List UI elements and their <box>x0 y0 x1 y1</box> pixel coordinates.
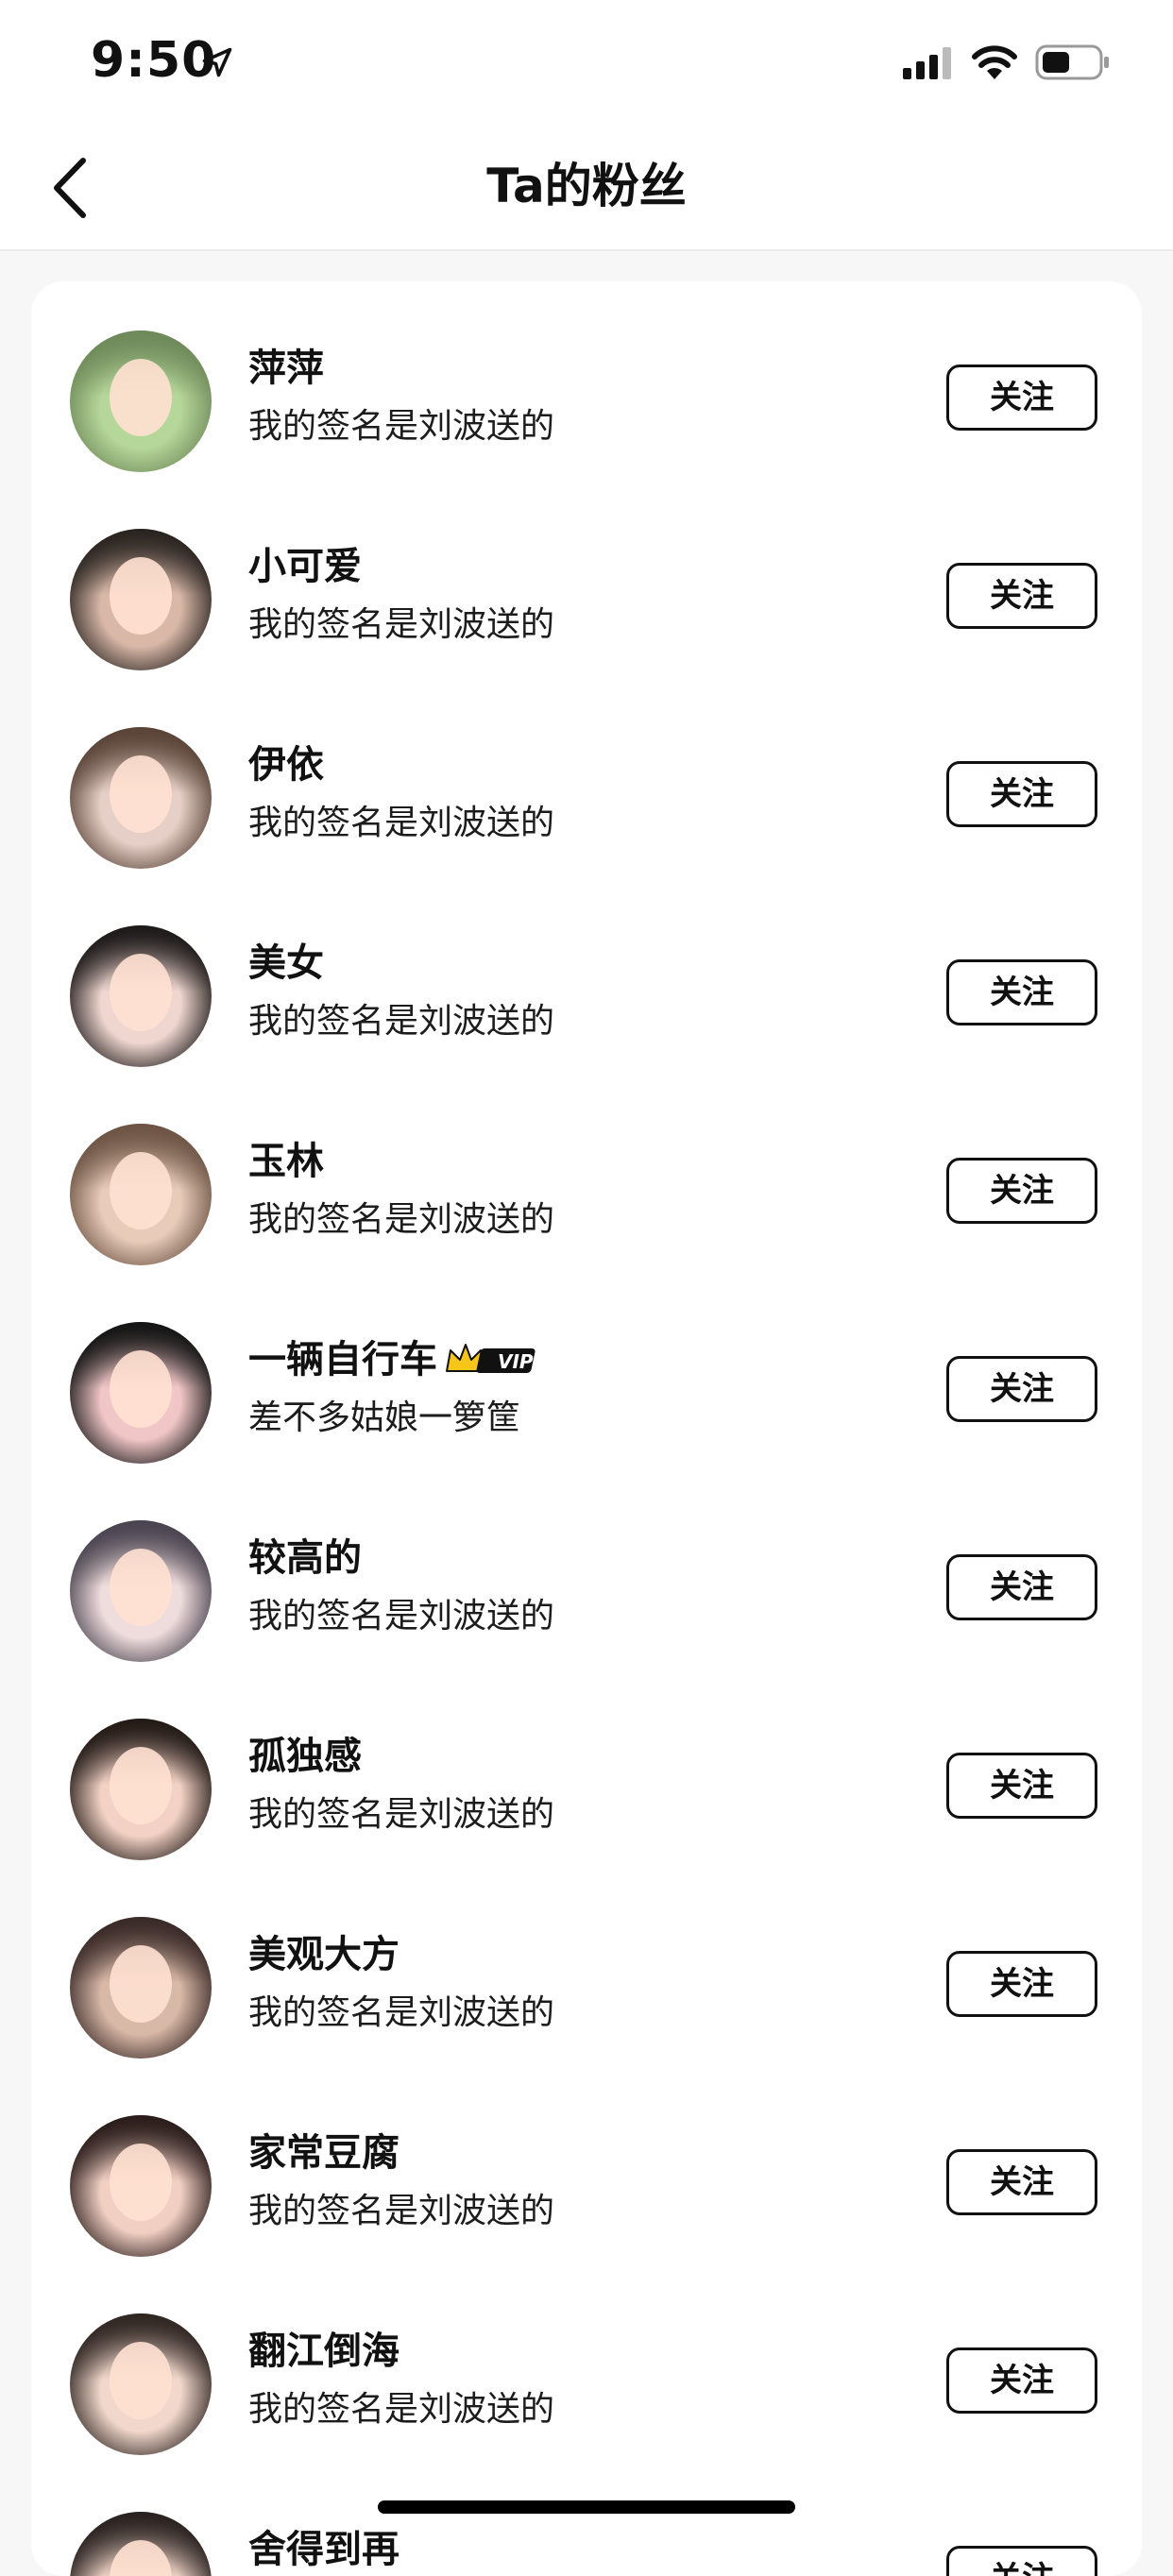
fan-name: 伊依 <box>248 738 324 791</box>
fan-name: 美女 <box>248 937 324 990</box>
avatar[interactable] <box>70 2512 212 2576</box>
fan-name: 翻江倒海 <box>248 2325 400 2378</box>
fan-signature: 我的签名是刘波送的 <box>248 407 555 446</box>
fan-name-text: 美观大方 <box>248 1933 400 1976</box>
status-bar: 9:50 <box>0 0 1173 125</box>
fan-name: 玉林 <box>248 1135 324 1188</box>
avatar[interactable] <box>70 529 212 670</box>
list-item[interactable]: 较高的我的签名是刘波送的 关注 <box>31 1471 1142 1669</box>
avatar[interactable] <box>70 2313 212 2455</box>
list-item[interactable]: 玉林我的签名是刘波送的 关注 <box>31 1075 1142 1273</box>
signal-icon <box>903 47 951 79</box>
follow-button[interactable]: 关注 <box>946 1356 1097 1422</box>
fan-signature: 我的签名是刘波送的 <box>248 2390 555 2429</box>
list-item[interactable]: 美观大方我的签名是刘波送的 关注 <box>31 1868 1142 2066</box>
location-arrow-icon <box>202 47 232 77</box>
fan-name-text: 孤独感 <box>248 1735 362 1778</box>
fan-name: 较高的 <box>248 1532 362 1585</box>
vip-crown-icon: VIP <box>446 1344 536 1373</box>
avatar[interactable] <box>70 330 212 472</box>
battery-icon <box>1035 44 1109 80</box>
follow-button[interactable]: 关注 <box>946 1554 1097 1620</box>
fan-name-text: 舍得到再 <box>248 2528 400 2571</box>
wifi-icon <box>972 45 1017 79</box>
fan-signature: 我的签名是刘波送的 <box>248 1993 555 2032</box>
avatar[interactable] <box>70 925 212 1067</box>
list-item[interactable]: 伊依我的签名是刘波送的 关注 <box>31 678 1142 876</box>
fan-name: 萍萍 <box>248 342 324 395</box>
status-time: 9:50 <box>91 32 217 89</box>
fan-name: 一辆自行车 VIP <box>248 1333 539 1386</box>
fan-name: 家常豆腐 <box>248 2127 400 2179</box>
fan-name-text: 一辆自行车 <box>248 1338 437 1381</box>
page-title: Ta的粉丝 <box>486 159 687 213</box>
list-item[interactable]: 萍萍我的签名是刘波送的 关注 <box>31 281 1142 480</box>
fan-name-text: 翻江倒海 <box>248 2330 400 2373</box>
avatar[interactable] <box>70 727 212 869</box>
nav-bar: Ta的粉丝 <box>0 125 1173 251</box>
fan-signature: 我的签名是刘波送的 <box>248 605 555 644</box>
fan-name-text: 小可爱 <box>248 545 362 588</box>
vip-label: VIP <box>498 1350 534 1373</box>
list-item[interactable]: 翻江倒海我的签名是刘波送的 关注 <box>31 2264 1142 2463</box>
list-item[interactable]: 孤独感我的签名是刘波送的 关注 <box>31 1669 1142 1868</box>
follow-button[interactable]: 关注 <box>946 761 1097 827</box>
fan-signature: 差不多姑娘一箩筐 <box>248 1398 521 1437</box>
follow-button[interactable]: 关注 <box>946 563 1097 629</box>
fan-name-text: 家常豆腐 <box>248 2131 400 2175</box>
list-item[interactable]: 家常豆腐我的签名是刘波送的 关注 <box>31 2066 1142 2264</box>
avatar[interactable] <box>70 1124 212 1265</box>
fan-name-text: 较高的 <box>248 1536 362 1580</box>
follow-button[interactable]: 关注 <box>946 2347 1097 2414</box>
fan-signature: 我的签名是刘波送的 <box>248 2192 555 2230</box>
avatar[interactable] <box>70 1322 212 1464</box>
list-item[interactable]: 小可爱我的签名是刘波送的 关注 <box>31 480 1142 678</box>
follow-button[interactable]: 关注 <box>946 959 1097 1025</box>
fan-name-text: 美女 <box>248 941 324 985</box>
follow-button[interactable]: 关注 <box>946 1753 1097 1819</box>
fan-name: 美观大方 <box>248 1928 400 1981</box>
follow-button[interactable]: 关注 <box>946 2546 1097 2576</box>
fan-signature: 我的签名是刘波送的 <box>248 1597 555 1635</box>
list-item[interactable]: 舍得到再 关注 <box>31 2463 1142 2576</box>
fan-signature: 我的签名是刘波送的 <box>248 1200 555 1239</box>
follow-button[interactable]: 关注 <box>946 364 1097 431</box>
fan-name: 舍得到再 <box>248 2523 400 2576</box>
avatar[interactable] <box>70 1719 212 1860</box>
fan-signature: 我的签名是刘波送的 <box>248 804 555 842</box>
follow-button[interactable]: 关注 <box>946 1158 1097 1224</box>
fan-signature: 我的签名是刘波送的 <box>248 1795 555 1834</box>
fans-list: 萍萍 我的签名是刘波送的 关注 小可爱 我的签名是刘波送的 关注 伊依 我的签名是刘波送的 关注… <box>31 281 1142 2576</box>
avatar[interactable] <box>70 1917 212 2059</box>
follow-button[interactable]: 关注 <box>946 2149 1097 2215</box>
avatar[interactable] <box>70 2115 212 2257</box>
fan-name-text: 伊依 <box>248 743 324 787</box>
avatar[interactable] <box>70 1520 212 1662</box>
fan-name-text: 萍萍 <box>248 347 324 390</box>
fan-name: 小可爱 <box>248 540 362 593</box>
fan-name: 孤独感 <box>248 1730 362 1783</box>
list-item[interactable]: 美女我的签名是刘波送的 关注 <box>31 876 1142 1075</box>
fan-name-text: 玉林 <box>248 1140 324 1183</box>
fan-signature: 我的签名是刘波送的 <box>248 1002 555 1041</box>
list-item[interactable]: 一辆自行车 VIP 差不多姑娘一箩筐 关注 <box>31 1273 1142 1471</box>
home-indicator[interactable] <box>378 2500 795 2514</box>
follow-button[interactable]: 关注 <box>946 1951 1097 2017</box>
